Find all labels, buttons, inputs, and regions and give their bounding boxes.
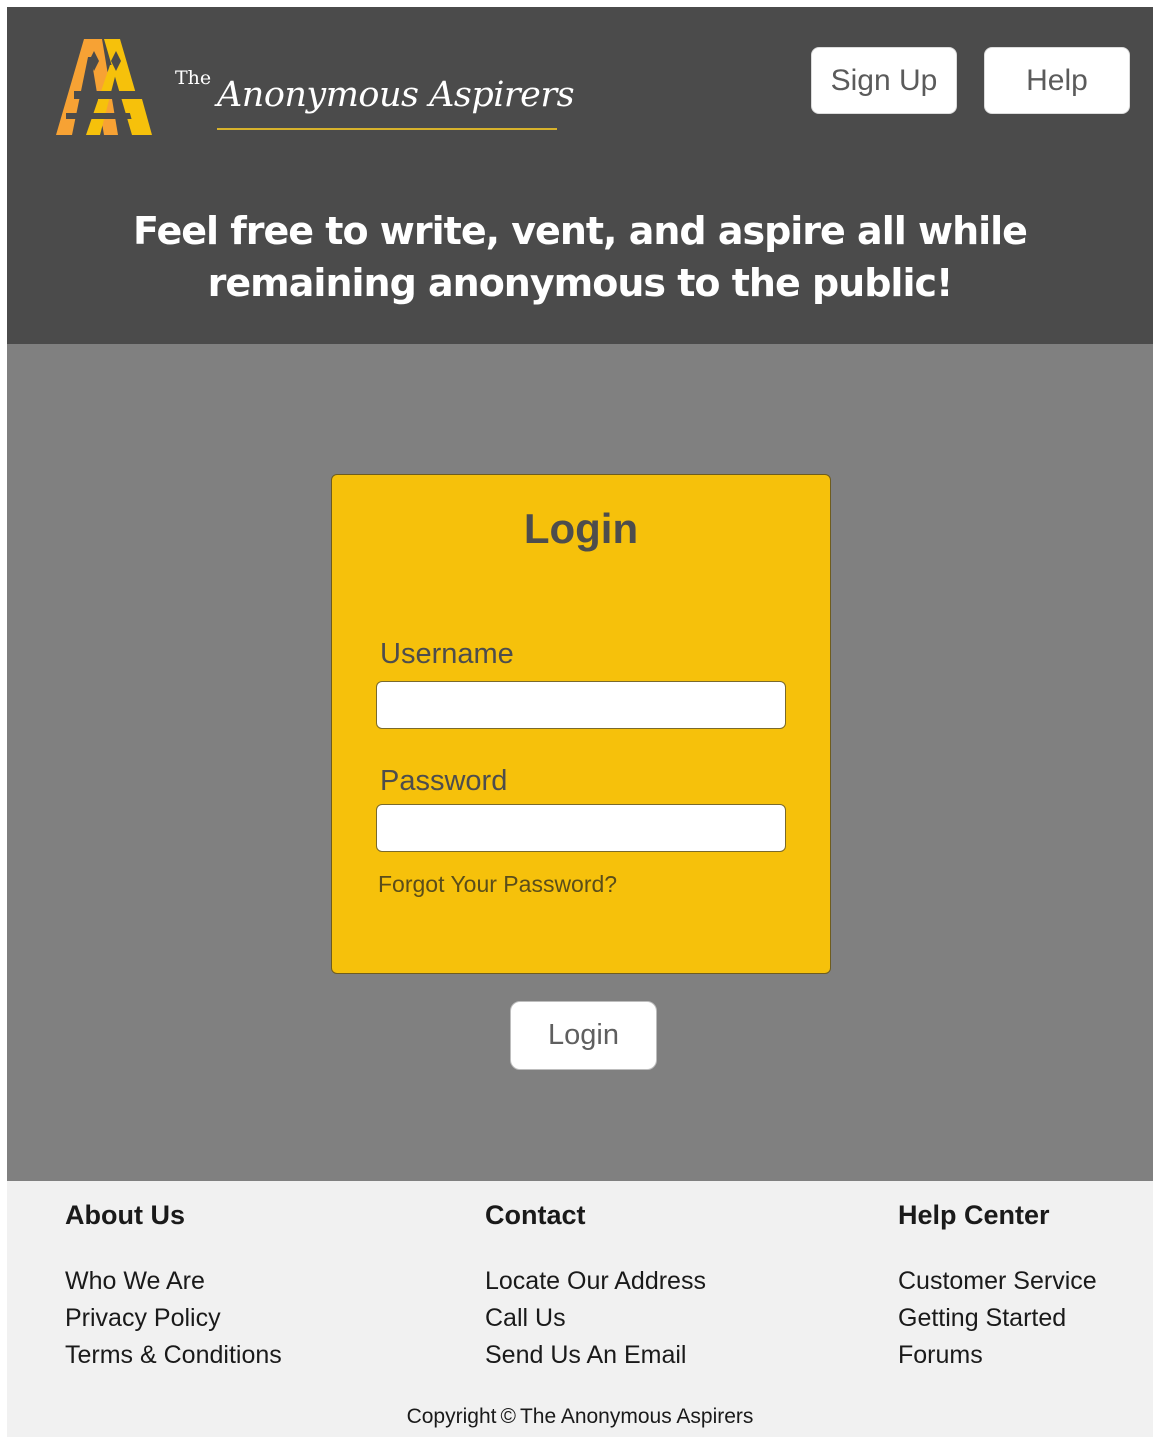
footer-column-help-center: Help Center Customer Service Getting Sta… <box>898 1195 1097 1374</box>
help-button[interactable]: Help <box>984 47 1130 114</box>
username-label: Username <box>380 638 514 670</box>
username-input[interactable] <box>376 681 786 729</box>
footer-column-about: About Us Who We Are Privacy Policy Terms… <box>65 1195 282 1374</box>
footer-link-terms[interactable]: Terms & Conditions <box>65 1337 282 1374</box>
copyright-prefix: Copyright <box>406 1405 497 1428</box>
brand-prefix: The <box>175 67 212 89</box>
login-button[interactable]: Login <box>510 1001 657 1070</box>
copyright-name: The Anonymous Aspirers <box>519 1405 754 1428</box>
footer-column-contact: Contact Locate Our Address Call Us Send … <box>485 1195 706 1374</box>
footer-link-customer-service[interactable]: Customer Service <box>898 1263 1097 1300</box>
site-footer: About Us Who We Are Privacy Policy Terms… <box>7 1181 1153 1437</box>
footer-heading-about: About Us <box>65 1200 185 1230</box>
footer-heading-contact: Contact <box>485 1200 586 1230</box>
main-content: Login Username Password Forgot Your Pass… <box>7 344 1153 1181</box>
password-input[interactable] <box>376 804 786 852</box>
footer-link-getting-started[interactable]: Getting Started <box>898 1300 1097 1337</box>
page-tagline: Feel free to write, vent, and aspire all… <box>133 209 1028 305</box>
login-form-card: Login Username Password Forgot Your Pass… <box>331 474 831 974</box>
forgot-password-link[interactable]: Forgot Your Password? <box>378 871 617 898</box>
site-header: The Anonymous Aspirers Sign Up Help Feel… <box>7 7 1153 344</box>
footer-link-call-us[interactable]: Call Us <box>485 1300 706 1337</box>
aa-logo-icon <box>56 39 156 135</box>
footer-link-privacy-policy[interactable]: Privacy Policy <box>65 1300 282 1337</box>
page-frame: The Anonymous Aspirers Sign Up Help Feel… <box>7 7 1153 1437</box>
login-title: Login <box>523 505 639 552</box>
footer-heading-help-center: Help Center <box>898 1200 1050 1230</box>
footer-link-email[interactable]: Send Us An Email <box>485 1337 706 1374</box>
brand-name: Anonymous Aspirers <box>217 75 575 115</box>
copyright-notice: Copyright © The Anonymous Aspirers <box>7 1405 1153 1429</box>
password-label: Password <box>380 765 508 797</box>
brand-underline <box>217 128 557 130</box>
sign-up-button[interactable]: Sign Up <box>811 47 957 114</box>
footer-link-forums[interactable]: Forums <box>898 1337 1097 1374</box>
footer-link-locate-address[interactable]: Locate Our Address <box>485 1263 706 1300</box>
copyright-symbol: © <box>500 1405 516 1428</box>
footer-link-who-we-are[interactable]: Who We Are <box>65 1263 282 1300</box>
